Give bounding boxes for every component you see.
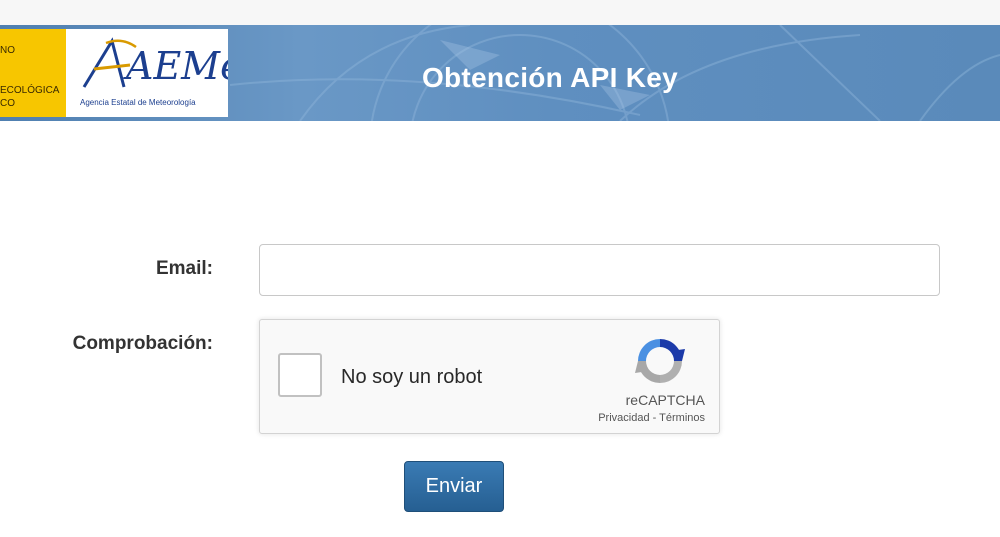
recaptcha-widget: No soy un robot reCAPTCHA Privacidad - T… [259,319,720,434]
page-title: Obtención API Key [421,62,679,93]
recaptcha-checkbox[interactable] [278,353,322,397]
top-bar [0,0,1000,25]
privacy-link[interactable]: Privacidad [598,412,649,424]
email-label: Email: [155,258,213,279]
verification-label: Comprobación: [72,333,213,354]
header-banner: NO ECOLÓGICA CO AEMet Agencia Estatal de… [0,25,1000,121]
aemet-logo-subtitle: Agencia Estatal de Meteorología [80,98,196,107]
gov-logo-line: CO [0,98,15,109]
terms-link[interactable]: Términos [659,412,705,424]
recaptcha-logo-icon [635,339,685,383]
submit-button[interactable]: Enviar [404,461,504,512]
gov-logo-line: NO [0,45,15,56]
recaptcha-brand: reCAPTCHA [625,392,705,408]
email-input[interactable] [259,244,940,296]
link-separator: - [649,412,660,424]
recaptcha-checkbox-label: No soy un robot [341,366,483,388]
recaptcha-links: Privacidad - Términos [550,412,705,424]
